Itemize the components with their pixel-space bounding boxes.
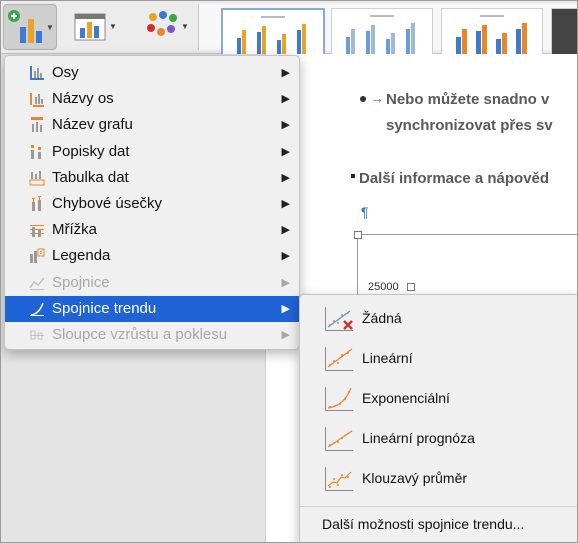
submenu-arrow-icon: ▶: [281, 250, 290, 263]
bullet-icon: [360, 96, 366, 102]
lines-icon: [29, 275, 45, 291]
menu-item-label: Chybové úsečky: [52, 195, 163, 212]
menu-item-legend[interactable]: Legenda ▶: [5, 243, 299, 269]
trendline-exponential-icon: [324, 385, 354, 413]
trendline-option[interactable]: Žádná: [300, 299, 577, 339]
menu-item-label: Tabulka dat: [52, 168, 129, 186]
trendline-linear-icon: [324, 345, 354, 373]
trendline-option-label: Lineární: [362, 350, 413, 366]
trendline-option[interactable]: Lineární prognóza: [300, 419, 577, 459]
chevron-down-icon: ▼: [181, 22, 189, 31]
trendline-option[interactable]: Exponenciální: [300, 379, 577, 419]
more-trendline-options[interactable]: Další možnosti spojnice trendu...: [322, 516, 524, 532]
trendline-option-label: Lineární prognóza: [362, 430, 475, 446]
section-heading: Další informace a nápověd: [359, 170, 550, 187]
legend-icon: [29, 248, 45, 264]
data-labels-icon: [29, 144, 45, 160]
trendline-submenu: Žádná Lineární Exponenciální Lineární progn…: [299, 294, 577, 542]
menu-item-label: Osy: [52, 64, 79, 81]
resize-handle[interactable]: [354, 231, 362, 239]
trendline-icon: [29, 301, 45, 317]
trendline-option[interactable]: Lineární: [300, 339, 577, 379]
change-colors-button[interactable]: ▼: [141, 4, 193, 48]
gridlines-icon: [29, 222, 45, 238]
add-chart-element-menu: Osy ▶ Názvy os ▶ Název grafu ▶ Popisky dat ▶ Tab…: [4, 55, 300, 350]
trendline-none-icon: [324, 305, 354, 333]
ribbon: ▼ ▼ ▼: [1, 1, 577, 72]
submenu-arrow-icon: ▶: [281, 93, 290, 106]
submenu-arrow-icon: ▶: [281, 329, 290, 341]
submenu-arrow-icon: ▶: [281, 145, 290, 158]
menu-item-label: Spojnice: [52, 273, 110, 291]
menu-separator: [300, 506, 577, 507]
up-down-bars-icon: [29, 327, 45, 343]
chevron-down-icon: ▼: [46, 23, 54, 32]
menu-item-lines: Spojnice ▶: [5, 270, 299, 296]
chart-styles-gallery: [198, 4, 577, 72]
axes-icon: [29, 65, 45, 81]
pilcrow-mark: ¶: [361, 204, 369, 220]
trendline-option-label: Exponenciální: [362, 390, 450, 406]
menu-item-data-labels[interactable]: Popisky dat ▶: [5, 139, 299, 165]
submenu-arrow-icon: ▶: [281, 119, 290, 132]
menu-item-label: Sloupce vzrůstu a poklesu: [52, 326, 228, 343]
chart-title-icon: [29, 117, 45, 133]
submenu-arrow-icon: ▶: [281, 224, 290, 237]
menu-item-chart-title[interactable]: Název grafu ▶: [5, 112, 299, 138]
app-window: ▼ ▼ ▼ → Nebo můžete snadno v synchronizo…: [0, 0, 578, 543]
menu-item-trendline[interactable]: Spojnice trendu ▶: [5, 295, 299, 322]
axis-tick-label: 25000: [368, 281, 399, 293]
menu-item-label: Popisky dat: [52, 142, 130, 160]
error-bars-icon: [29, 196, 45, 212]
trendline-option[interactable]: Klouzavý průměr: [300, 459, 577, 499]
trendline-option-label: Klouzavý průměr: [362, 470, 468, 486]
quick-layout-button[interactable]: ▼: [71, 4, 121, 48]
submenu-arrow-icon: ▶: [281, 67, 290, 79]
data-table-icon: [29, 170, 45, 186]
menu-item-error-bars[interactable]: Chybové úsečky ▶: [5, 191, 299, 217]
menu-item-up-down-bars: Sloupce vzrůstu a poklesu ▶: [5, 322, 299, 348]
trendline-option-label: Žádná: [362, 310, 402, 326]
menu-item-data-table[interactable]: Tabulka dat ▶: [5, 165, 299, 191]
menu-item-label: Mřížka: [52, 221, 97, 239]
add-chart-element-button[interactable]: ▼: [3, 4, 57, 50]
chevron-down-icon: ▼: [109, 22, 117, 31]
resize-handle[interactable]: [407, 283, 415, 291]
trendline-moving-average-icon: [324, 465, 354, 493]
menu-item-label: Název grafu: [52, 116, 133, 134]
menu-item-axes[interactable]: Osy ▶: [5, 60, 299, 86]
tab-arrow-icon: →: [370, 90, 384, 106]
menu-item-label: Názvy os: [52, 90, 114, 108]
trendline-linear-forecast-icon: [324, 425, 354, 453]
menu-item-label: Legenda: [52, 247, 111, 265]
menu-item-axis-titles[interactable]: Názvy os ▶: [5, 86, 299, 112]
body-text-line: synchronizovat přes sv: [386, 117, 553, 134]
menu-item-label: Spojnice trendu: [52, 299, 157, 317]
submenu-arrow-icon: ▶: [281, 171, 290, 184]
paragraph-marker-icon: [351, 174, 355, 178]
body-text-line: Nebo můžete snadno v: [386, 91, 550, 108]
submenu-arrow-icon: ▶: [281, 302, 290, 315]
submenu-arrow-icon: ▶: [281, 198, 290, 210]
menu-item-gridlines[interactable]: Mřížka ▶: [5, 217, 299, 243]
axis-titles-icon: [29, 91, 45, 108]
submenu-arrow-icon: ▶: [281, 276, 290, 289]
